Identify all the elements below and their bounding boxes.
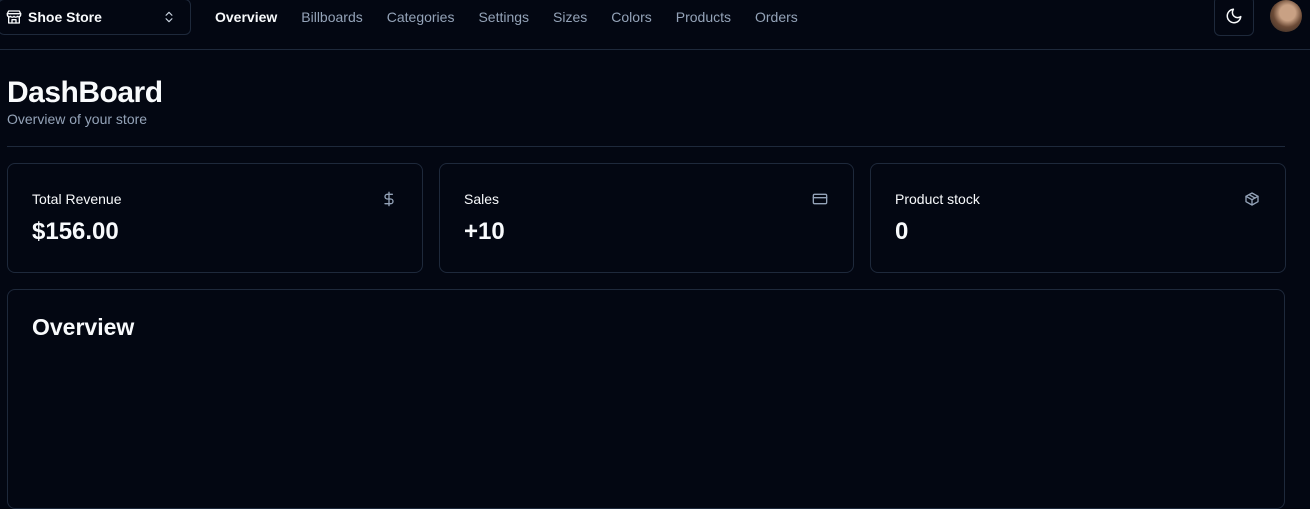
store-name: Shoe Store xyxy=(28,9,102,25)
theme-toggle-button[interactable] xyxy=(1214,0,1254,36)
nav-billboards[interactable]: Billboards xyxy=(301,9,362,25)
store-icon xyxy=(6,9,22,25)
store-switcher[interactable]: Shoe Store xyxy=(0,0,191,35)
card-title: Total Revenue xyxy=(32,191,122,207)
nav-colors[interactable]: Colors xyxy=(611,9,651,25)
nav-overview[interactable]: Overview xyxy=(215,9,277,25)
card-title: Sales xyxy=(464,191,500,207)
package-icon xyxy=(1244,191,1260,207)
sales-card: Sales +10 xyxy=(439,163,854,273)
page-title: DashBoard xyxy=(7,76,163,109)
card-value: 0 xyxy=(895,218,909,245)
separator xyxy=(7,146,1285,147)
page-subtitle: Overview of your store xyxy=(7,111,148,127)
card-title: Product stock xyxy=(895,191,980,207)
total-revenue-card: Total Revenue $156.00 xyxy=(7,163,423,273)
product-stock-card: Product stock 0 xyxy=(870,163,1286,273)
credit-card-icon xyxy=(812,191,828,207)
nav-orders[interactable]: Orders xyxy=(755,9,798,25)
nav-settings[interactable]: Settings xyxy=(478,9,529,25)
top-navbar: Shoe Store Overview Billboards Categorie… xyxy=(0,0,1310,50)
page-heading: DashBoard Overview of your store xyxy=(7,76,163,127)
dollar-sign-icon xyxy=(381,191,397,207)
moon-icon xyxy=(1225,7,1243,25)
nav-categories[interactable]: Categories xyxy=(387,9,455,25)
chevrons-up-down-icon xyxy=(162,10,176,24)
card-value: +10 xyxy=(464,218,505,245)
nav-products[interactable]: Products xyxy=(676,9,731,25)
nav-sizes[interactable]: Sizes xyxy=(553,9,587,25)
main-nav: Overview Billboards Categories Settings … xyxy=(215,0,822,34)
overview-card: Overview xyxy=(7,289,1285,509)
overview-title: Overview xyxy=(32,314,135,340)
user-avatar[interactable] xyxy=(1270,0,1302,32)
card-value: $156.00 xyxy=(32,218,119,245)
